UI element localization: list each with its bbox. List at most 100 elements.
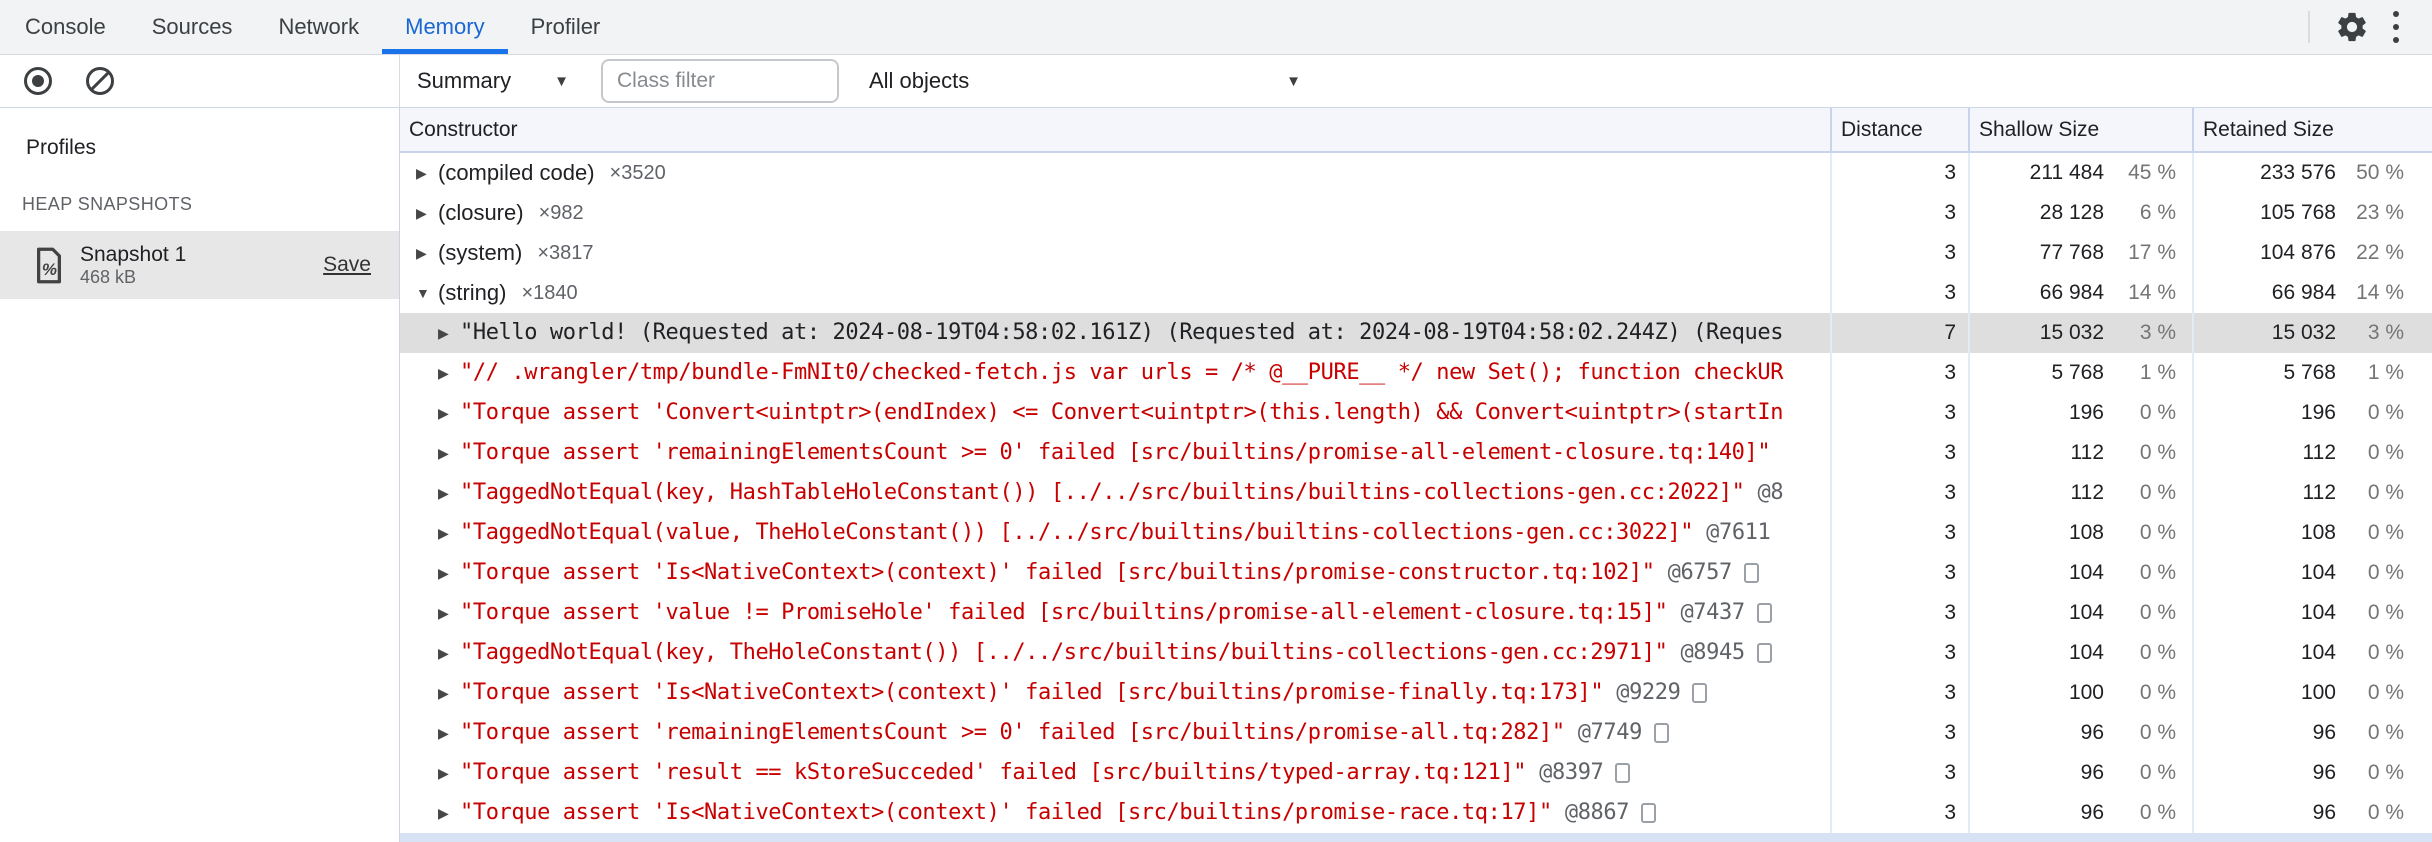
constructor-cell: ▶ "Torque assert 'Is<NativeContext>(conte…: [400, 553, 1830, 593]
size-percent: 0 %: [2139, 481, 2176, 504]
expand-arrow-icon[interactable]: ▶: [438, 593, 460, 633]
snapshot-item[interactable]: % Snapshot 1 468 kB Save: [0, 231, 399, 299]
retained-size-cell: 112 0 %: [2192, 473, 2432, 513]
expand-arrow-icon[interactable]: ▶: [438, 673, 460, 713]
profiles-sidebar: Profiles HEAP SNAPSHOTS % Snapshot 1 468…: [0, 108, 400, 842]
size-value: 96: [2080, 801, 2104, 824]
expand-arrow-icon[interactable]: ▶: [438, 393, 460, 433]
table-row[interactable]: ▶ "TaggedNotEqual(key, TheHoleConstant())…: [400, 633, 2432, 673]
expand-arrow-icon[interactable]: ▶: [438, 513, 460, 553]
settings-gear-icon[interactable]: [2330, 5, 2374, 49]
size-value: 28 128: [2039, 201, 2104, 224]
table-row[interactable]: ▶ "Torque assert 'Is<NativeContext>(conte…: [400, 553, 2432, 593]
tab-network[interactable]: Network: [255, 0, 382, 54]
size-percent: 0 %: [2139, 401, 2176, 424]
expand-arrow-icon[interactable]: ▶: [438, 553, 460, 593]
table-row[interactable]: ▶ "// .wrangler/tmp/bundle-FmNIt0/checked…: [400, 353, 2432, 393]
shallow-size-cell: 15 032 3 %: [1968, 313, 2192, 353]
table-row[interactable]: ▶ "Torque assert 'Is<NativeContext>(conte…: [400, 673, 2432, 713]
expand-arrow-icon[interactable]: ▶: [438, 473, 460, 513]
table-row[interactable]: ▶ "TaggedNotEqual(key, HashTableHoleConst…: [400, 473, 2432, 513]
size-percent: 0 %: [2139, 721, 2176, 744]
expand-arrow-icon[interactable]: ▶: [416, 153, 438, 193]
perspective-select[interactable]: Summary ▼: [417, 68, 569, 94]
distance-cell: 3: [1830, 193, 1968, 233]
constructor-cell: ▶ "TaggedNotEqual(key, HashTableHoleConst…: [400, 473, 1830, 513]
retained-size-cell: 96 0 %: [2192, 713, 2432, 753]
size-value: 104: [2300, 561, 2336, 584]
perspective-select-value: Summary: [417, 68, 512, 93]
table-row[interactable]: ▶ (compiled code) ×3520 3 211 484 45 % 233 576…: [400, 153, 2432, 193]
clear-profiles-icon[interactable]: [78, 59, 122, 103]
string-value: "TaggedNotEqual(key, HashTableHoleConsta…: [460, 480, 1745, 505]
devtools-window: ConsoleSourcesNetworkMemoryProfiler: [0, 0, 2432, 842]
table-row[interactable]: ▼ (string) ×1840 3 66 984 14 % 66 984 14 %: [400, 273, 2432, 313]
table-row[interactable]: ▶ "Hello world! (Requested at: 2024-08-19…: [400, 313, 2432, 353]
expand-arrow-icon[interactable]: ▶: [438, 753, 460, 793]
expand-arrow-icon[interactable]: ▶: [438, 313, 460, 353]
expand-arrow-icon[interactable]: ▶: [416, 193, 438, 233]
object-scope-select[interactable]: All objects ▼: [869, 68, 1301, 94]
expand-arrow-icon[interactable]: ▶: [438, 793, 460, 833]
column-header-constructor[interactable]: Constructor: [400, 108, 1830, 151]
tab-memory[interactable]: Memory: [382, 0, 507, 54]
class-filter-input[interactable]: [601, 59, 839, 103]
size-percent: 0 %: [2367, 521, 2404, 544]
column-header-distance[interactable]: Distance: [1830, 108, 1968, 151]
size-percent: 0 %: [2139, 441, 2176, 464]
table-row[interactable]: ▶ "Torque assert 'Is<NativeContext>(conte…: [400, 793, 2432, 833]
object-id: @8867: [1564, 800, 1630, 825]
constructor-name: (string): [438, 280, 507, 305]
tab-sources[interactable]: Sources: [129, 0, 256, 54]
more-options-kebab-icon[interactable]: [2374, 5, 2418, 49]
collapse-arrow-icon[interactable]: ▼: [416, 273, 438, 313]
tab-profiler[interactable]: Profiler: [508, 0, 624, 54]
column-header-retained-size[interactable]: Retained Size: [2192, 108, 2432, 151]
size-percent: 50 %: [2356, 161, 2404, 184]
table-row[interactable]: ▶ "Torque assert 'result == kStoreSuccede…: [400, 753, 2432, 793]
shallow-size-cell: 28 128 6 %: [1968, 193, 2192, 233]
size-value: 96: [2312, 721, 2336, 744]
table-row[interactable]: ▶ (system) ×3817 3 77 768 17 % 104 876 22 %: [400, 233, 2432, 273]
table-row[interactable]: ▶ "Torque assert 'Convert<uintptr>(endInd…: [400, 393, 2432, 433]
string-value: "TaggedNotEqual(value, TheHoleConstant()…: [460, 520, 1694, 545]
instance-count: ×3817: [537, 242, 594, 264]
retained-size-cell: 66 984 14 %: [2192, 273, 2432, 313]
table-row[interactable]: ▶ (closure) ×982 3 28 128 6 % 105 768 23 %: [400, 193, 2432, 233]
expand-arrow-icon[interactable]: ▶: [438, 713, 460, 753]
shallow-size-cell: 96 0 %: [1968, 753, 2192, 793]
shallow-size-cell: 104 0 %: [1968, 553, 2192, 593]
string-value: "Hello world! (Requested at: 2024-08-19T…: [460, 320, 1784, 345]
size-percent: 0 %: [2139, 561, 2176, 584]
distance-cell: 3: [1830, 273, 1968, 313]
size-value: 100: [2068, 681, 2104, 704]
take-heap-snapshot-record-icon[interactable]: [16, 59, 60, 103]
size-value: 211 484: [2029, 161, 2104, 184]
size-value: 196: [2068, 401, 2104, 424]
size-percent: 1 %: [2139, 361, 2176, 384]
distance-cell: 3: [1830, 713, 1968, 753]
constructor-cell: ▶ "Torque assert 'Is<NativeContext>(conte…: [400, 673, 1830, 713]
object-id: @6757: [1667, 560, 1733, 585]
size-percent: 0 %: [2367, 761, 2404, 784]
expand-arrow-icon[interactable]: ▶: [416, 233, 438, 273]
table-row[interactable]: ▶ "Torque assert 'remainingElementsCount …: [400, 433, 2432, 473]
distance-cell: 3: [1830, 633, 1968, 673]
retained-size-cell: 104 0 %: [2192, 633, 2432, 673]
distance-cell: 7: [1830, 313, 1968, 353]
table-row[interactable]: ▶ "Torque assert 'remainingElementsCount …: [400, 713, 2432, 753]
expand-arrow-icon[interactable]: ▶: [438, 353, 460, 393]
table-row[interactable]: ▶ "Torque assert 'value != PromiseHole' f…: [400, 593, 2432, 633]
tab-strip: Console Sources Network Memory Profiler: [2, 0, 623, 54]
shallow-size-cell: 100 0 %: [1968, 673, 2192, 713]
size-value: 96: [2312, 761, 2336, 784]
size-value: 112: [2070, 481, 2104, 504]
size-percent: 0 %: [2367, 681, 2404, 704]
expand-arrow-icon[interactable]: ▶: [438, 633, 460, 673]
save-link[interactable]: Save: [323, 253, 371, 277]
expand-arrow-icon[interactable]: ▶: [438, 433, 460, 473]
tab-console[interactable]: Console: [2, 0, 129, 54]
column-header-shallow-size[interactable]: Shallow Size: [1968, 108, 2192, 151]
retained-size-cell: 108 0 %: [2192, 513, 2432, 553]
table-row[interactable]: ▶ "TaggedNotEqual(value, TheHoleConstant(…: [400, 513, 2432, 553]
